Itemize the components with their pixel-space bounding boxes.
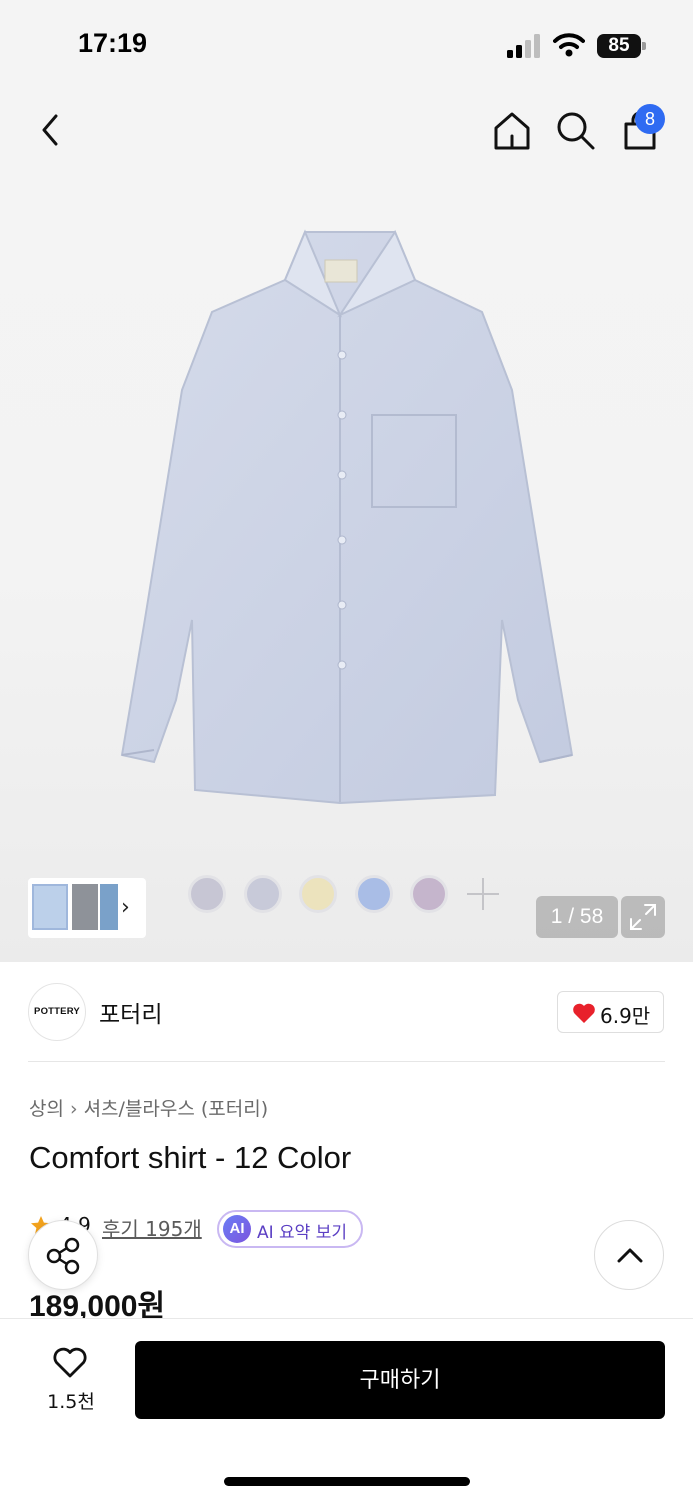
- breadcrumb-subcategory[interactable]: 셔츠/블라우스 (포터리): [84, 1094, 269, 1121]
- wifi-icon: [553, 33, 585, 57]
- color-swatch-mauve[interactable]: [410, 875, 448, 913]
- buy-button[interactable]: 구매하기: [135, 1341, 665, 1419]
- wishlist-button[interactable]: 1.5천: [40, 1343, 102, 1413]
- product-image[interactable]: [110, 220, 590, 820]
- cellular-signal-icon: [507, 34, 540, 58]
- product-title: Comfort shirt - 12 Color: [29, 1140, 352, 1175]
- search-icon[interactable]: [553, 108, 597, 152]
- home-indicator: [224, 1477, 470, 1486]
- battery-tip: [642, 42, 646, 50]
- battery-icon: 85: [597, 34, 647, 58]
- brand-logo[interactable]: POTTERY: [28, 983, 86, 1041]
- expand-icon[interactable]: [621, 896, 665, 938]
- thumbnail-1[interactable]: [32, 884, 68, 930]
- color-swatch-light-gray-blue[interactable]: [244, 875, 282, 913]
- cart-count-badge: 8: [635, 104, 665, 134]
- ai-summary-button[interactable]: AI AI 요약 보기: [217, 1210, 363, 1248]
- home-icon[interactable]: [489, 108, 535, 154]
- product-gallery[interactable]: 17:19 85 8 › 1 / 58: [0, 0, 693, 962]
- breadcrumb-category[interactable]: 상의: [29, 1094, 64, 1121]
- chevron-up-icon: [617, 1248, 643, 1263]
- brand-like-count: 6.9만: [600, 1004, 651, 1028]
- color-swatch-sky-blue[interactable]: [355, 875, 393, 913]
- status-time: 17:19: [78, 28, 148, 58]
- back-icon[interactable]: [30, 108, 74, 152]
- more-colors-plus-icon[interactable]: [465, 876, 501, 912]
- chevron-right-icon[interactable]: ›: [121, 895, 130, 920]
- thumbnail-2[interactable]: [72, 884, 98, 930]
- review-count-link[interactable]: 후기 195개: [102, 1213, 202, 1242]
- bottom-action-bar: 1.5천 구매하기: [0, 1318, 693, 1500]
- ai-icon: AI: [223, 1215, 251, 1243]
- battery-level: 85: [597, 34, 641, 58]
- heart-filled-icon: [573, 1003, 595, 1023]
- heart-outline-icon: [53, 1347, 87, 1378]
- thumbnail-3[interactable]: [100, 884, 118, 930]
- brand-name[interactable]: 포터리: [99, 995, 162, 1029]
- color-swatch-butter[interactable]: [299, 875, 337, 913]
- share-button[interactable]: [28, 1220, 98, 1290]
- breadcrumb: 상의 › 셔츠/블라우스 (포터리): [29, 1094, 268, 1121]
- share-icon: [46, 1237, 80, 1275]
- ai-summary-label: AI 요약 보기: [257, 1223, 348, 1243]
- scroll-to-top-button[interactable]: [594, 1220, 664, 1290]
- brand-like-button[interactable]: 6.9만: [557, 991, 664, 1033]
- wishlist-count: 1.5천: [47, 1391, 95, 1413]
- color-swatch-lavender[interactable]: [188, 875, 226, 913]
- breadcrumb-separator-icon: ›: [69, 1098, 78, 1120]
- divider: [28, 1061, 665, 1062]
- image-counter: 1 / 58: [536, 896, 618, 938]
